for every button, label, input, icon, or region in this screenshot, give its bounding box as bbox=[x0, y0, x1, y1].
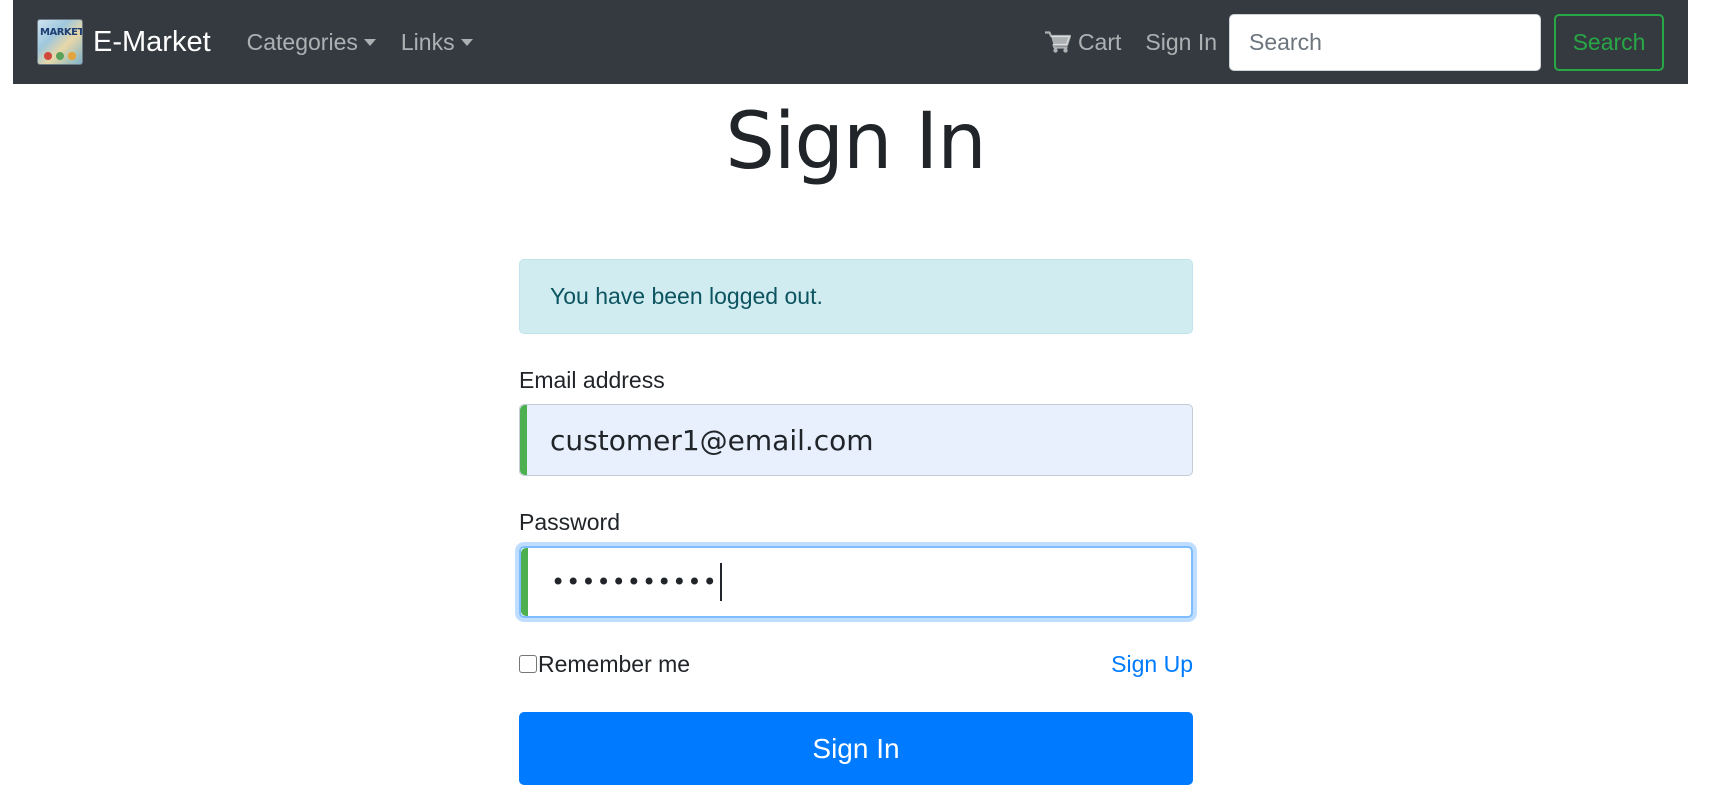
password-value: ••••••••••• bbox=[551, 568, 718, 596]
alert-message: You have been logged out. bbox=[550, 283, 823, 309]
chevron-down-icon bbox=[460, 38, 473, 46]
top-navbar: MARKET E-Market Categories Links Cart Si… bbox=[13, 0, 1688, 84]
brand-logo: MARKET bbox=[37, 19, 83, 65]
signin-submit-button[interactable]: Sign In bbox=[519, 712, 1193, 785]
brand-name: E-Market bbox=[93, 25, 211, 58]
remember-checkbox[interactable] bbox=[519, 655, 537, 673]
email-field[interactable]: customer1@email.com bbox=[519, 404, 1193, 476]
categories-dropdown[interactable]: Categories bbox=[247, 29, 376, 56]
remember-row: Remember me Sign Up bbox=[519, 649, 1193, 679]
password-field[interactable]: ••••••••••• bbox=[519, 546, 1193, 618]
links-label: Links bbox=[400, 28, 455, 55]
password-label: Password bbox=[519, 509, 620, 535]
signup-link[interactable]: Sign Up bbox=[1111, 651, 1193, 678]
remember-label: Remember me bbox=[538, 650, 691, 677]
nav-signin-link[interactable]: Sign In bbox=[1145, 29, 1217, 56]
remember-me[interactable]: Remember me bbox=[519, 651, 690, 678]
email-label: Email address bbox=[519, 367, 665, 393]
links-dropdown[interactable]: Links bbox=[401, 29, 473, 56]
brand-logo-text: MARKET bbox=[40, 27, 83, 38]
brand-link[interactable]: MARKET E-Market bbox=[37, 19, 211, 65]
email-value: customer1@email.com bbox=[550, 423, 874, 457]
page-title: Sign In bbox=[725, 97, 986, 187]
cart-icon bbox=[1044, 31, 1071, 53]
logout-alert: You have been logged out. bbox=[519, 259, 1193, 334]
cart-label: Cart bbox=[1077, 28, 1122, 55]
signin-form: You have been logged out. Email address … bbox=[519, 259, 1193, 785]
cart-link[interactable]: Cart bbox=[1044, 28, 1122, 56]
chevron-down-icon bbox=[363, 38, 376, 46]
search-input[interactable] bbox=[1229, 13, 1541, 71]
text-cursor bbox=[719, 563, 722, 601]
search-button[interactable]: Search bbox=[1554, 13, 1664, 71]
categories-label: Categories bbox=[246, 28, 358, 55]
